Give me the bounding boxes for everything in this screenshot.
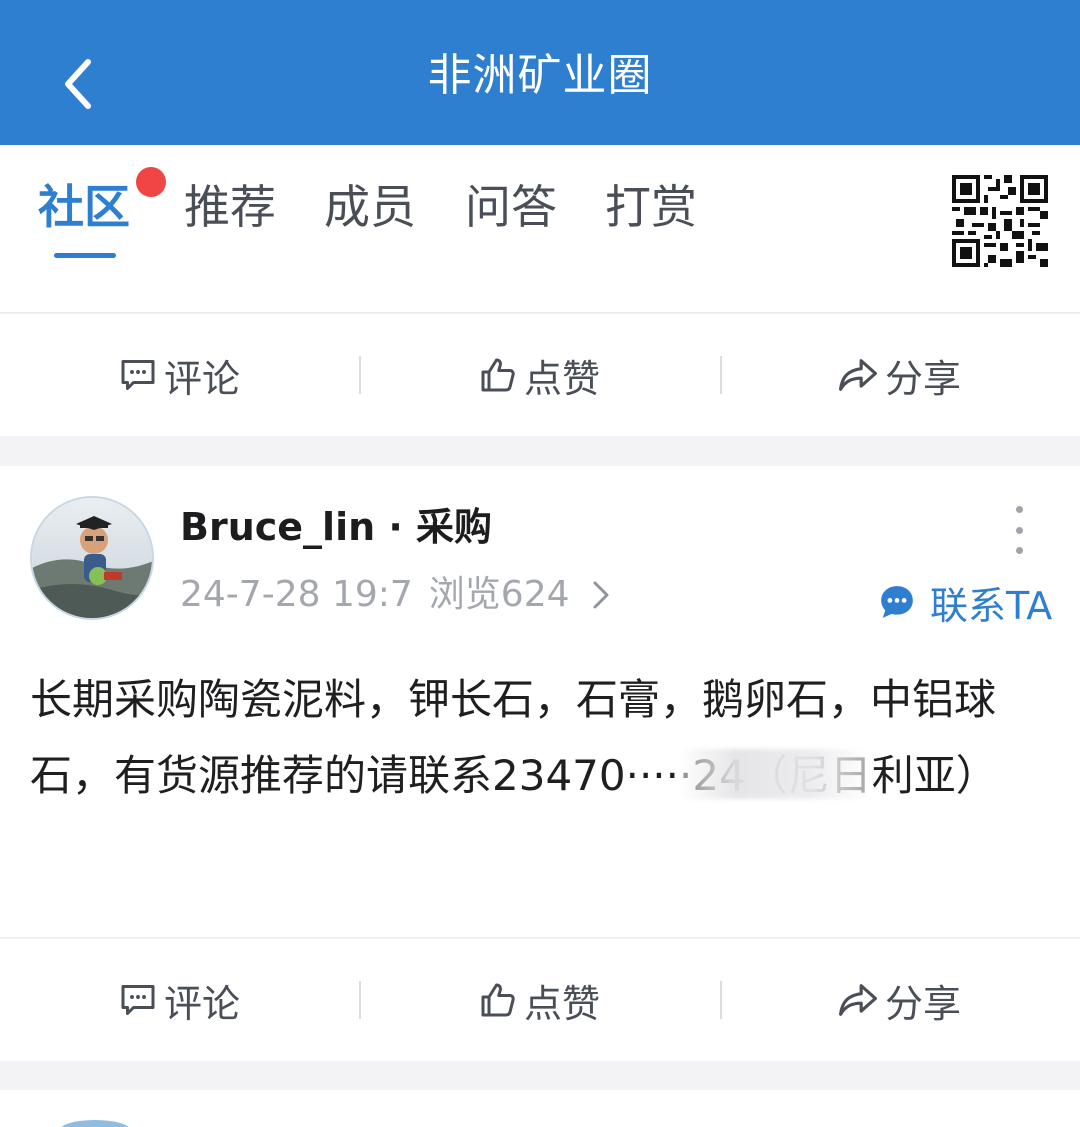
post-meta: 24-7-28 19:7 浏览624	[180, 570, 610, 620]
app-bar: 非洲矿业圈	[0, 0, 1080, 145]
post-views: 浏览624	[428, 574, 570, 615]
chevron-right-icon[interactable]	[592, 580, 610, 610]
avatar[interactable]	[60, 1120, 130, 1127]
post-author[interactable]: Bruce_lin · 采购	[180, 502, 492, 552]
thumbs-up-icon	[481, 358, 515, 392]
notification-dot	[136, 167, 166, 197]
comment-icon	[121, 360, 155, 390]
post-date: 24-7-28 19:7	[180, 574, 413, 615]
comment-button[interactable]: 评论	[0, 314, 360, 436]
page-title: 非洲矿业圈	[427, 50, 653, 101]
share-label: 分享	[884, 981, 961, 1026]
like-label: 点赞	[523, 356, 600, 401]
more-dots-icon	[1015, 506, 1023, 513]
tab-recommend[interactable]: 推荐	[184, 175, 276, 239]
next-post-card	[0, 1090, 1080, 1127]
share-arrow-icon	[838, 984, 877, 1016]
comment-icon	[121, 985, 155, 1015]
like-label: 点赞	[523, 981, 600, 1026]
avatar[interactable]	[30, 496, 154, 620]
tab-community[interactable]: 社区	[38, 175, 130, 239]
comment-label: 评论	[163, 356, 240, 401]
like-button[interactable]: 点赞	[360, 314, 720, 436]
contact-button[interactable]: 联系TA	[878, 576, 1052, 628]
tab-bar: 社区 推荐 成员 问答 打赏	[0, 145, 1080, 313]
action-bar-bottom: 评论 点赞 分享	[0, 939, 1080, 1061]
avatar-image	[32, 498, 152, 618]
thumbs-up-icon	[481, 983, 515, 1017]
comment-button[interactable]: 评论	[0, 939, 360, 1061]
redaction-blur	[680, 749, 870, 799]
action-bar-top: 评论 点赞 分享	[0, 314, 1080, 436]
active-tab-indicator	[54, 253, 116, 258]
share-button[interactable]: 分享	[720, 314, 1080, 436]
share-button[interactable]: 分享	[720, 939, 1080, 1061]
chat-bubble-icon	[881, 586, 913, 618]
comment-label: 评论	[163, 981, 240, 1026]
contact-label: 联系TA	[930, 583, 1053, 628]
tab-reward[interactable]: 打赏	[605, 175, 697, 239]
qr-code-icon	[952, 175, 1048, 267]
post-content: 长期采购陶瓷泥料，钾长石，石膏，鹅卵石，中铝球石，有货源推荐的请联系23470·…	[30, 675, 998, 800]
post-card: Bruce_lin · 采购 24-7-28 19:7 浏览624 联系TA 长…	[0, 466, 1080, 938]
tab-qa[interactable]: 问答	[465, 175, 557, 239]
share-label: 分享	[884, 356, 961, 401]
like-button[interactable]: 点赞	[360, 939, 720, 1061]
share-arrow-icon	[838, 359, 877, 391]
qr-code-button[interactable]	[952, 175, 1048, 267]
more-options-button[interactable]	[1004, 506, 1034, 554]
tab-members[interactable]: 成员	[324, 175, 416, 239]
